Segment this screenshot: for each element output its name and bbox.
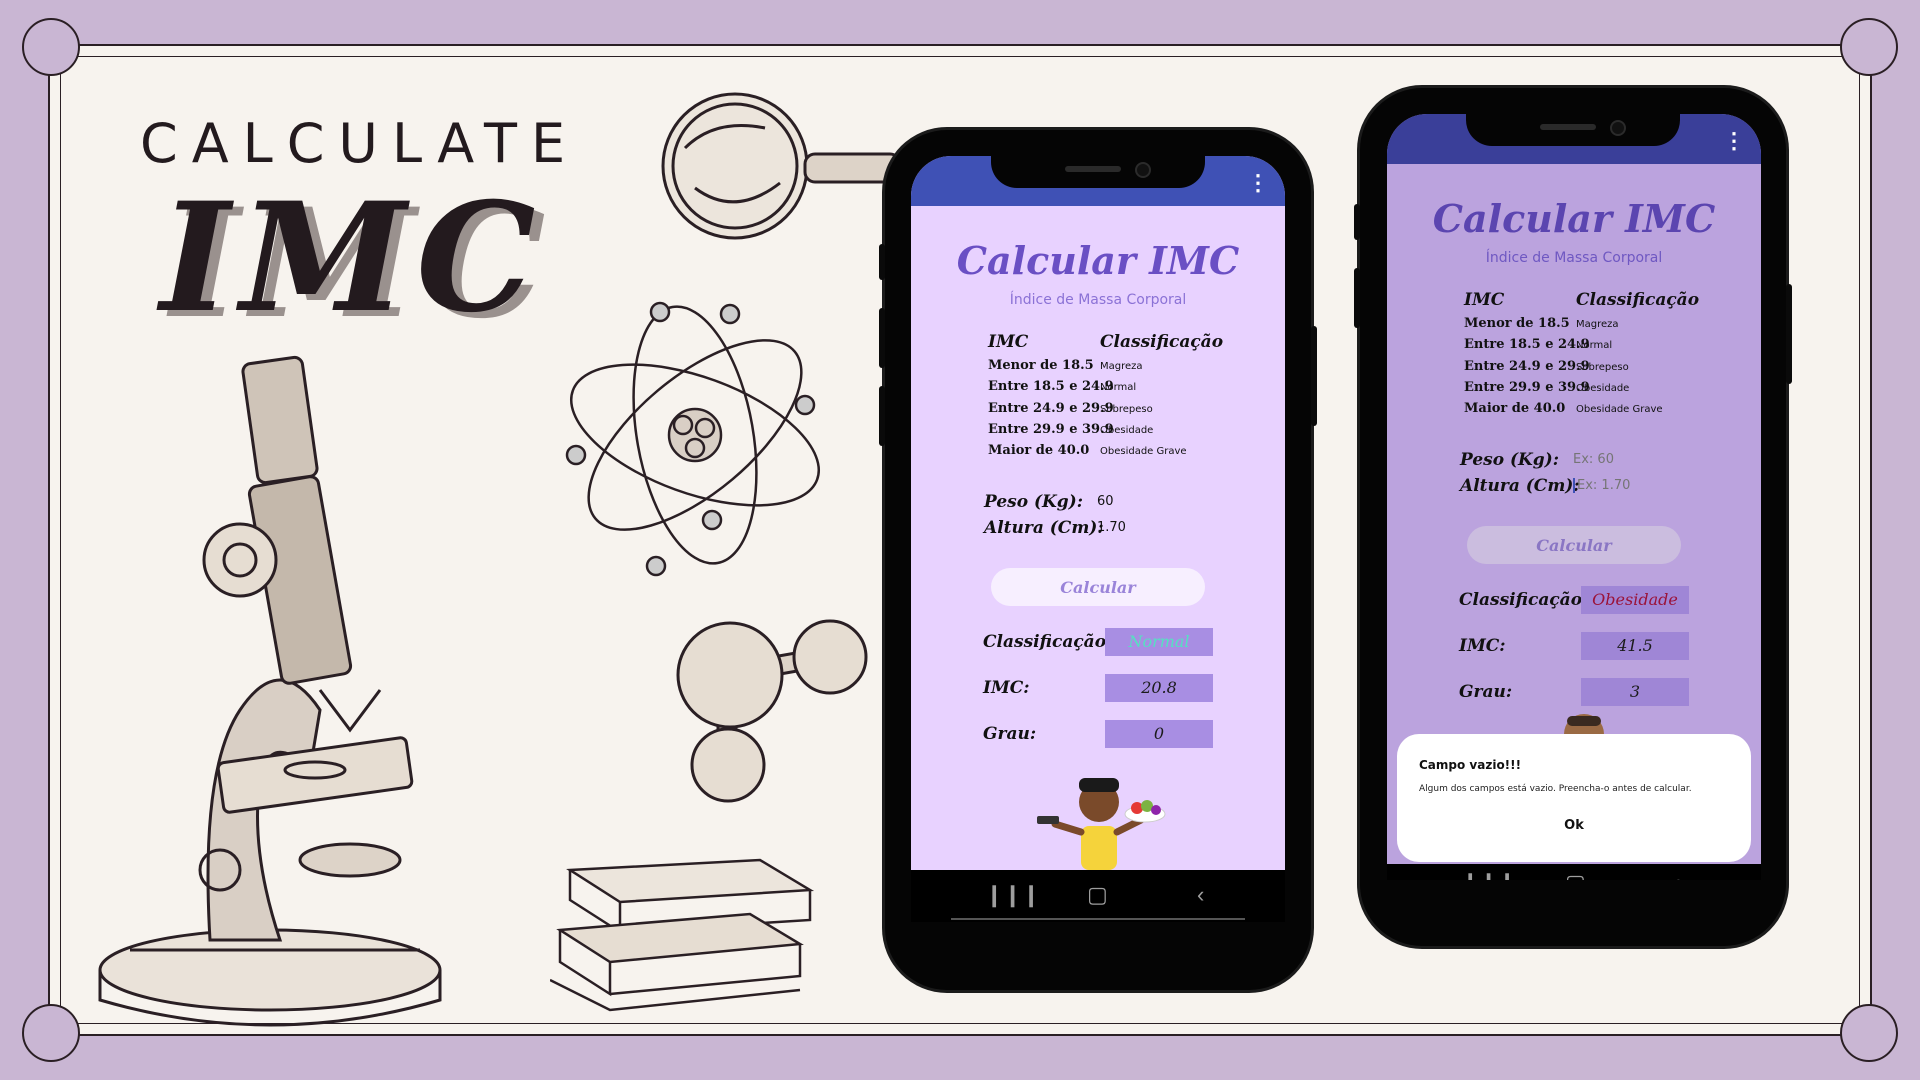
imc-value: 41.5 [1581,632,1689,660]
microscope-sketch-icon [98,355,442,1027]
altura-input[interactable] [1097,520,1217,535]
calcular-button[interactable]: Calcular [1467,526,1681,564]
phone-1-button-volume-down [879,308,885,368]
table-cell-range: Entre 24.9 e 29.9 [988,401,1114,416]
imc-classification-table: IMC Classificação Menor de 18.5 Magreza … [986,332,1266,492]
table-cell-class: Sobrepeso [1100,404,1153,415]
classificacao-value: Obesidade [1581,586,1689,614]
classificacao-label: Classificação: [983,632,1113,652]
recent-apps-icon[interactable]: ❙❙❙ [985,882,1040,908]
home-icon[interactable]: ▢ [1087,882,1108,908]
phone-2-button-power [1786,284,1792,384]
table-cell-class: Obesidade [1576,383,1630,394]
table-header-classificacao: Classificação [1100,332,1224,352]
table-cell-range: Menor de 18.5 [988,358,1094,373]
frame-corner-bottom-left [22,1004,80,1062]
imc-label: IMC: [1459,636,1506,656]
table-cell-class: Magreza [1100,361,1143,372]
classificacao-value: Normal [1105,628,1213,656]
table-cell-range: Entre 18.5 e 24.9 [988,379,1114,394]
table-cell-class: Obesidade Grave [1576,404,1663,415]
phone-1-button-bixby [879,386,885,446]
peso-label: Peso (Kg): [984,492,1083,512]
grau-label: Grau: [1459,682,1513,702]
phone-1-button-power [1311,326,1317,426]
classificacao-label: Classificação: [1459,590,1589,610]
phone-1-screen: ⋮ Calcular IMC Índice de Massa Corporal … [911,156,1285,922]
table-cell-class: Normal [1576,340,1613,351]
phone-2: ⋮ Calcular IMC Índice de Massa Corporal … [1354,88,1792,946]
phone-1-notch [991,156,1205,188]
phone-1: ⋮ Calcular IMC Índice de Massa Corporal … [879,130,1317,990]
table-cell-class: Magreza [1576,319,1619,330]
app-title: Calcular IMC [956,238,1240,283]
recent-apps-icon[interactable]: ❙❙❙ [1461,870,1516,880]
atom-sketch-icon [565,301,821,577]
vertical-dots-icon[interactable]: ⋮ [1723,130,1745,152]
molecule-sketch-icon [676,619,868,803]
back-chevron-icon[interactable]: ‹ [1197,882,1204,908]
app-subtitle: Índice de Massa Corporal [1485,250,1663,266]
table-cell-range: Entre 29.9 e 39.9 [1464,380,1590,395]
phone-2-button-volume-up [1354,204,1360,240]
books-sketch-icon [550,858,815,1012]
vertical-dots-icon[interactable]: ⋮ [1247,172,1269,194]
phone-2-button-volume-down [1354,268,1360,328]
phone-2-screen: ⋮ Calcular IMC Índice de Massa Corporal … [1387,114,1761,880]
dialog-title: Campo vazio!!! [1419,758,1522,772]
dialog-ok-button[interactable]: Ok [1397,818,1751,833]
phone-2-notch [1466,114,1680,146]
home-indicator [951,918,1245,920]
table-cell-range: Maior de 40.0 [988,443,1090,458]
magnifier-sketch-icon [661,92,902,240]
dialog-message: Algum dos campos está vazio. Preencha-o … [1419,784,1692,794]
table-cell-range: Maior de 40.0 [1464,401,1566,416]
calcular-button[interactable]: Calcular [991,568,1205,606]
imc-classification-table: IMC Classificação Menor de 18.5 Magreza … [1462,290,1742,450]
frame-corner-top-right [1840,18,1898,76]
speaker-icon [1540,124,1596,130]
table-cell-range: Entre 29.9 e 39.9 [988,422,1114,437]
phone-1-button-volume-up [879,244,885,280]
table-cell-range: Entre 18.5 e 24.9 [1464,337,1590,352]
grau-value: 0 [1105,720,1213,748]
back-chevron-icon[interactable]: ‹ [1673,870,1680,880]
table-cell-range: Menor de 18.5 [1464,316,1570,331]
altura-label: Altura (Cm): [1460,476,1580,496]
poster-title-calculate: CALCULATE [140,112,580,175]
table-cell-class: Normal [1100,382,1137,393]
frame-corner-top-left [22,18,80,76]
home-icon[interactable]: ▢ [1565,870,1586,880]
app-subtitle: Índice de Massa Corporal [1009,292,1187,308]
speaker-icon [1065,166,1121,172]
grau-value: 3 [1581,678,1689,706]
empty-field-dialog: Campo vazio!!! Algum dos campos está vaz… [1397,734,1751,862]
table-header-imc: IMC [988,332,1029,352]
table-cell-class: Sobrepeso [1576,362,1629,373]
altura-label: Altura (Cm): [984,518,1104,538]
table-cell-range: Entre 24.9 e 29.9 [1464,359,1590,374]
peso-input[interactable] [1573,452,1693,467]
grau-label: Grau: [983,724,1037,744]
poster-title-imc: IMC [160,170,546,346]
table-header-imc: IMC [1464,290,1505,310]
table-header-classificacao: Classificação [1576,290,1700,310]
frame-corner-bottom-right [1840,1004,1898,1062]
imc-label: IMC: [983,678,1030,698]
peso-input[interactable] [1097,494,1217,509]
altura-input[interactable] [1573,478,1697,493]
peso-label: Peso (Kg): [1460,450,1559,470]
table-cell-class: Obesidade [1100,425,1154,436]
phone-2-navbar: ❙❙❙ ▢ ‹ [1387,864,1761,880]
camera-icon [1135,162,1151,178]
phone-1-navbar: ❙❙❙ ▢ ‹ [911,870,1285,922]
table-cell-class: Obesidade Grave [1100,446,1187,457]
app-title: Calcular IMC [1432,196,1716,241]
camera-icon [1610,120,1626,136]
imc-value: 20.8 [1105,674,1213,702]
